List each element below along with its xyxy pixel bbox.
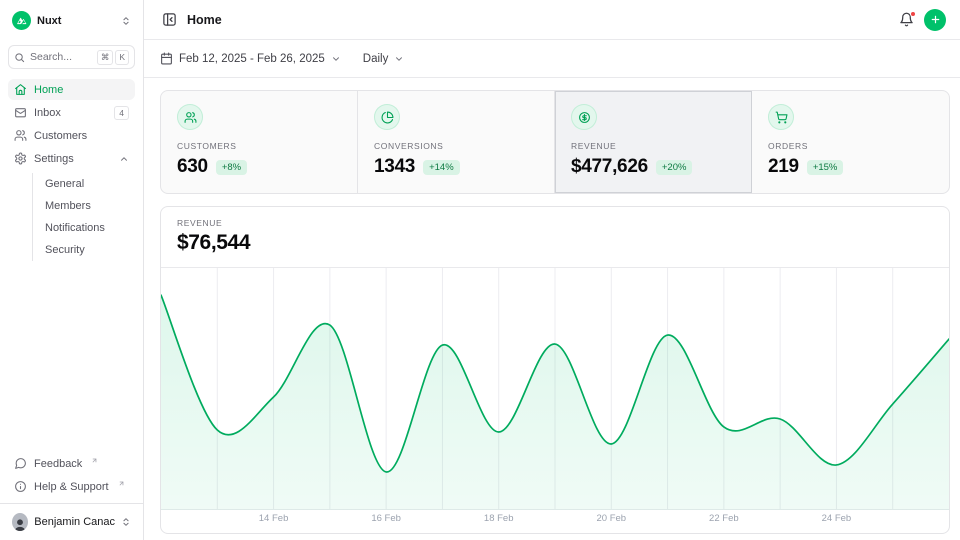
cart-icon [768, 104, 794, 130]
stat-label: REVENUE [571, 141, 735, 151]
chart-header: REVENUE $76,544 [161, 207, 949, 268]
dashboard-app: Nuxt Search... ⌘ K [0, 0, 960, 540]
team-name: Nuxt [37, 15, 61, 27]
info-circle-icon [14, 480, 27, 493]
search-input[interactable]: Search... ⌘ K [8, 45, 135, 69]
chevron-up-icon [119, 154, 129, 164]
plus-icon [930, 14, 941, 25]
stat-delta-badge: +14% [423, 160, 460, 175]
filters-toolbar: Feb 12, 2025 - Feb 26, 2025 Daily [144, 40, 960, 78]
date-range-picker[interactable]: Feb 12, 2025 - Feb 26, 2025 [160, 52, 341, 65]
sidebar-nav: Home Inbox 4 Customers [8, 79, 135, 263]
stat-label: ORDERS [768, 141, 933, 151]
sidebar-item-notifications[interactable]: Notifications [33, 217, 135, 239]
stat-delta-badge: +15% [807, 160, 844, 175]
chat-bubble-icon [14, 457, 27, 470]
stat-value: 219 [768, 156, 799, 178]
stat-delta-badge: +8% [216, 160, 247, 175]
main-area: Home Feb 12, 2025 - Feb 26, 2025 [144, 0, 960, 540]
sidebar-item-settings[interactable]: Settings [8, 148, 135, 169]
stat-label: CONVERSIONS [374, 141, 538, 151]
stat-card-revenue[interactable]: REVENUE $477,626 +20% [555, 91, 752, 193]
stat-delta-badge: +20% [656, 160, 693, 175]
circle-dollar-icon [571, 104, 597, 130]
x-tick-label: 16 Feb [371, 513, 401, 524]
top-header: Home [144, 0, 960, 40]
stat-label: CUSTOMERS [177, 141, 341, 151]
calendar-icon [160, 52, 173, 65]
user-menu[interactable]: Benjamin Canac [8, 511, 135, 533]
kbd-k: K [115, 50, 129, 65]
x-tick-label: 14 Feb [259, 513, 289, 524]
feedback-link[interactable]: Feedback [8, 453, 135, 474]
sidebar-item-security[interactable]: Security [33, 239, 135, 261]
home-icon [14, 83, 27, 96]
feedback-label: Feedback [34, 458, 82, 470]
user-name: Benjamin Canac [34, 516, 115, 528]
search-placeholder: Search... [30, 51, 72, 63]
revenue-chart-card: REVENUE $76,544 [160, 206, 950, 534]
notifications-button[interactable] [897, 10, 916, 29]
chevron-down-icon [331, 54, 341, 64]
chart-x-axis: 14 Feb 16 Feb 18 Feb 20 Feb 22 Feb 24 Fe… [161, 510, 949, 529]
gear-icon [14, 152, 27, 165]
stat-value: 630 [177, 156, 208, 178]
sidebar-item-inbox[interactable]: Inbox 4 [8, 102, 135, 123]
x-tick-label: 18 Feb [484, 513, 514, 524]
stat-card-customers[interactable]: CUSTOMERS 630 +8% [161, 91, 358, 193]
collapse-sidebar-button[interactable] [160, 10, 179, 29]
chart-canvas [161, 268, 949, 510]
stat-card-orders[interactable]: ORDERS 219 +15% [752, 91, 949, 193]
sidebar-item-label: Inbox [34, 107, 61, 119]
search-shortcut: ⌘ K [97, 50, 129, 65]
sidebar-item-label: Home [34, 84, 63, 96]
chart-value: $76,544 [177, 231, 933, 255]
team-switcher[interactable]: Nuxt [8, 8, 135, 33]
sidebar-item-home[interactable]: Home [8, 79, 135, 100]
external-link-icon [118, 480, 125, 487]
chevron-up-down-icon [121, 16, 131, 26]
search-icon [14, 52, 25, 63]
panel-left-collapse-icon [162, 12, 177, 27]
sidebar-item-label: Customers [34, 130, 87, 142]
add-button[interactable] [924, 9, 946, 31]
dashboard-content: CUSTOMERS 630 +8% CONVERSIONS 1343 +14% [144, 78, 960, 534]
chevron-down-icon [394, 54, 404, 64]
x-tick-label: 20 Feb [596, 513, 626, 524]
period-select[interactable]: Daily [363, 53, 405, 65]
chevron-up-down-icon [121, 517, 131, 527]
stats-row: CUSTOMERS 630 +8% CONVERSIONS 1343 +14% [160, 90, 950, 194]
nuxt-logo-icon [12, 11, 31, 30]
revenue-area-chart[interactable] [161, 268, 949, 510]
sidebar-item-customers[interactable]: Customers [8, 125, 135, 146]
inbox-icon [14, 106, 27, 119]
x-tick-label: 22 Feb [709, 513, 739, 524]
period-label: Daily [363, 53, 389, 65]
avatar [12, 513, 28, 531]
inbox-count-badge: 4 [114, 106, 129, 120]
kbd-cmd: ⌘ [97, 50, 114, 65]
settings-subnav: General Members Notifications Security [32, 173, 135, 261]
stat-card-conversions[interactable]: CONVERSIONS 1343 +14% [358, 91, 555, 193]
chart-pie-icon [374, 104, 400, 130]
users-icon [14, 129, 27, 142]
sidebar-item-label: Settings [34, 153, 74, 165]
users-icon [177, 104, 203, 130]
sidebar-item-members[interactable]: Members [33, 195, 135, 217]
sidebar-item-general[interactable]: General [33, 173, 135, 195]
sidebar: Nuxt Search... ⌘ K [0, 0, 144, 540]
notification-dot [910, 11, 916, 17]
stat-value: 1343 [374, 156, 415, 178]
help-support-link[interactable]: Help & Support [8, 476, 135, 497]
date-range-label: Feb 12, 2025 - Feb 26, 2025 [179, 53, 325, 65]
x-tick-label: 24 Feb [822, 513, 852, 524]
chart-label: REVENUE [177, 218, 933, 228]
help-support-label: Help & Support [34, 481, 109, 493]
external-link-icon [91, 457, 98, 464]
page-title: Home [187, 13, 222, 27]
stat-value: $477,626 [571, 156, 648, 178]
